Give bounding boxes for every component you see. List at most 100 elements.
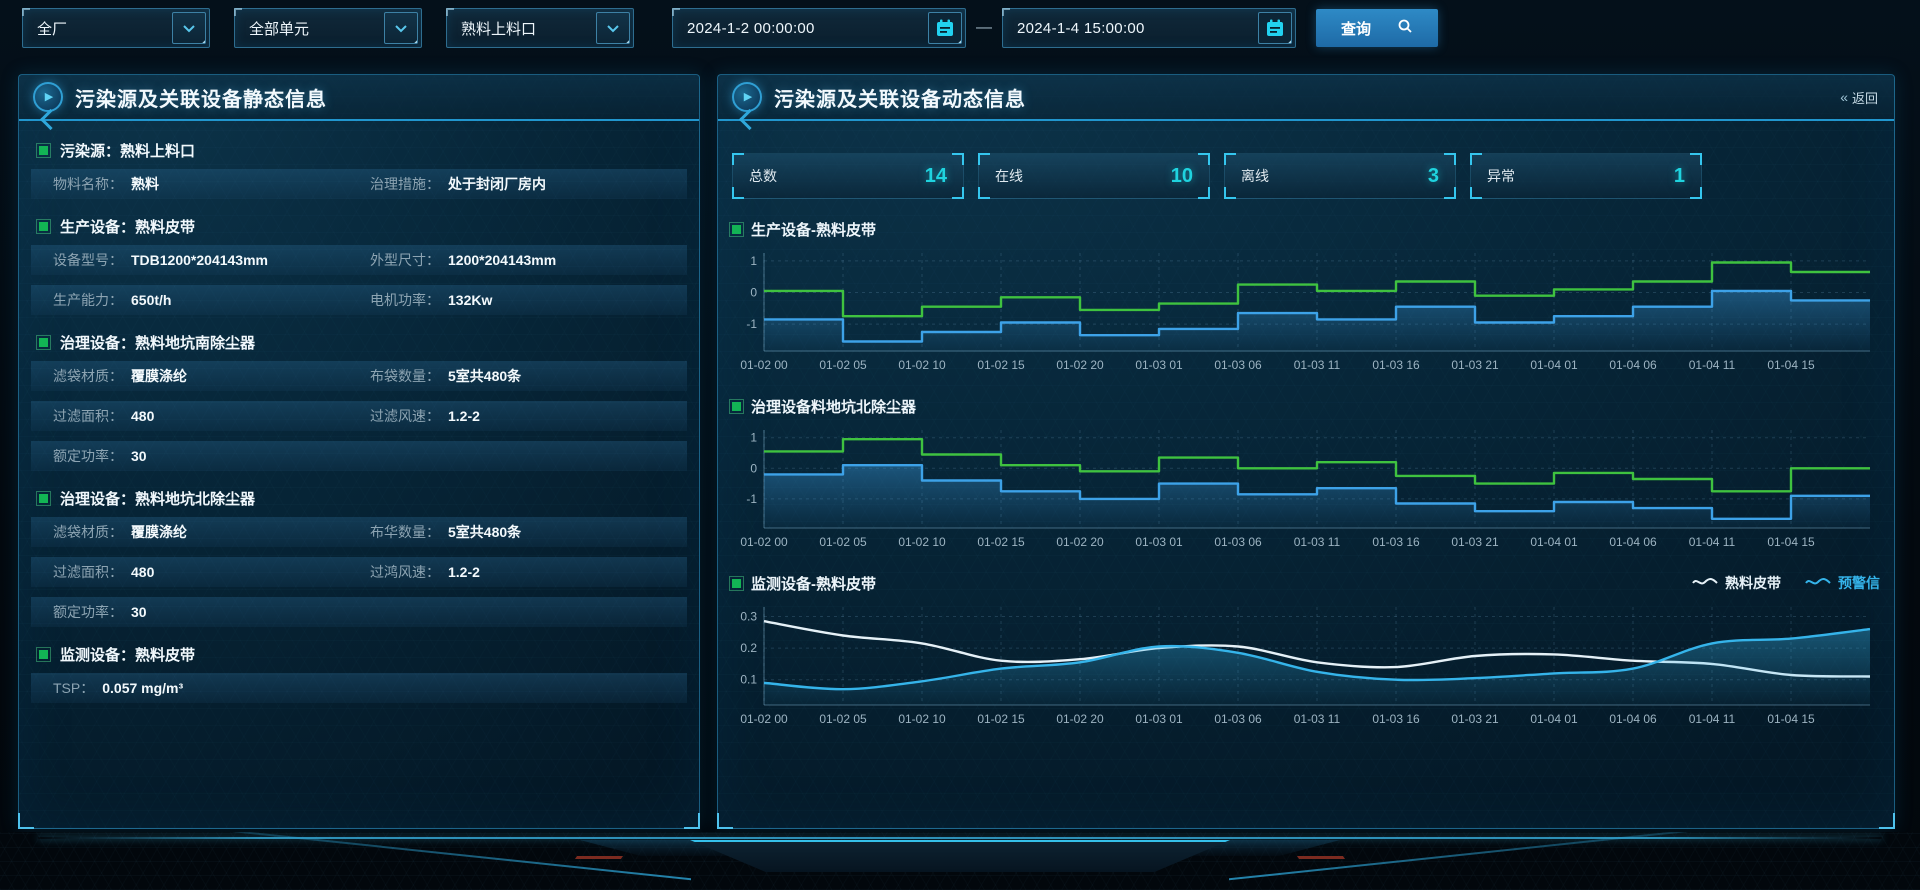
info-cell: 布华数量：5室共480条 [370,522,687,542]
chart-title-monitoring-equipment: 监测设备-熟料皮带 [751,573,876,594]
play-icon: ▶ [33,82,63,112]
svg-text:01-02 15: 01-02 15 [977,712,1025,726]
info-label: 电机功率： [370,290,440,310]
info-label: 过滤风速： [370,406,440,426]
svg-text:01-04 11: 01-04 11 [1689,712,1736,726]
chart-block-treatment-equipment: 治理设备料地坑北除尘器-10101-02 0001-02 0501-02 100… [732,392,1880,559]
svg-text:01-02 05: 01-02 05 [819,358,867,372]
info-section-title: 治理设备：熟料地坑南除尘器 [60,332,255,353]
info-cell: 治理措施：处于封闭厂房内 [370,174,687,194]
info-value: 覆膜涤纶 [131,522,187,542]
info-value: 1200*204143mm [448,252,556,268]
info-label: 外型尺寸： [370,250,440,270]
svg-text:01-03 16: 01-03 16 [1372,712,1420,726]
svg-text:01-03 06: 01-03 06 [1214,358,1262,372]
svg-text:01-04 01: 01-04 01 [1530,712,1578,726]
pollution-point-select[interactable]: 熟料上料口 [446,8,634,48]
info-value: 覆膜涤纶 [131,366,187,386]
end-datetime-input[interactable]: 2024-1-4 15:00:00 [1002,8,1296,48]
info-value: 30 [131,604,147,620]
stat-label-total: 总数 [749,166,777,186]
svg-text:01-02 10: 01-02 10 [898,535,946,549]
search-icon [1397,18,1413,38]
stat-card-total: 总数14 [732,153,964,199]
info-label: 额定功率： [53,446,123,466]
info-label: 额定功率： [53,602,123,622]
info-section-row: 生产设备：熟料皮带 [31,209,687,243]
chevron-down-icon[interactable] [384,12,418,44]
stat-value-online: 10 [1171,165,1193,188]
info-value: 30 [131,448,147,464]
dynamic-panel-header: ▶ 污染源及关联设备动态信息 « 返回 [718,75,1894,121]
info-label: 过滤面积： [53,562,123,582]
pollution-point-select-value: 熟料上料口 [461,18,536,39]
chart-legend: 熟料皮带 预警信 [1692,573,1880,593]
stat-value-offline: 3 [1428,165,1439,188]
svg-text:01-02 15: 01-02 15 [977,535,1025,549]
svg-text:01-02 05: 01-02 05 [819,712,867,726]
stat-label-offline: 离线 [1241,166,1269,186]
info-cell: 滤袋材质： 覆膜涤纶 [53,366,370,386]
green-square-bullet [732,579,741,588]
svg-text:01-02 20: 01-02 20 [1056,535,1104,549]
chart-svg-production-equipment: -10101-02 0001-02 0501-02 1001-02 1501-0… [732,245,1878,377]
plant-select[interactable]: 全厂 [22,8,210,48]
info-cell: 生产能力：650t/h [53,290,370,310]
info-label: 治理措施： [370,174,440,194]
info-pair-row: 生产能力：650t/h电机功率： 132Kw [31,285,687,315]
legend-item-0[interactable]: 熟料皮带 [1692,573,1781,593]
green-square-bullet [732,225,741,234]
green-square-bullet [39,222,48,231]
svg-text:0.2: 0.2 [740,641,757,655]
svg-text:01-02 10: 01-02 10 [898,358,946,372]
info-cell: 设备型号：TDB1200*204143mm [53,250,370,270]
chart-title-production-equipment: 生产设备-熟料皮带 [751,219,876,240]
unit-select[interactable]: 全部单元 [234,8,422,48]
svg-text:01-04 15: 01-04 15 [1767,712,1815,726]
info-label: 滤袋材质： [53,522,123,542]
static-panel-header: ▶ 污染源及关联设备静态信息 [19,75,699,121]
info-label: 滤袋材质： [53,366,123,386]
stat-value-abnormal: 1 [1674,165,1685,188]
svg-text:01-03 16: 01-03 16 [1372,535,1420,549]
svg-text:01-02 05: 01-02 05 [819,535,867,549]
svg-text:01-03 11: 01-03 11 [1294,358,1341,372]
info-value: TDB1200*204143mm [131,252,268,268]
legend-item-1[interactable]: 预警信 [1805,573,1880,593]
info-label: 布袋数量： [370,366,440,386]
info-value: 480 [131,408,154,424]
info-value: 132Kw [448,292,492,308]
info-cell: 额定功率： 30 [53,602,370,622]
dashboard-root: 全厂 全部单元 熟料上料口 2024-1-2 00:00:00 — 2024-1 [0,0,1920,890]
chevron-down-icon[interactable] [596,12,630,44]
start-datetime-input[interactable]: 2024-1-2 00:00:00 [672,8,966,48]
info-section-row: 监测设备：熟料皮带 [31,637,687,671]
legend-label: 熟料皮带 [1725,573,1781,593]
info-pair-row: TSP：0.057 mg/m³ [31,673,687,703]
legend-label: 预警信 [1838,573,1880,593]
back-button[interactable]: « 返回 [1840,88,1878,107]
info-pair-row: 滤袋材质： 覆膜涤纶 布袋数量：5室共480条 [31,361,687,391]
svg-text:01-02 00: 01-02 00 [740,712,788,726]
info-cell: 额定功率： 30 [53,446,370,466]
svg-text:01-04 06: 01-04 06 [1609,358,1657,372]
svg-text:01-02 00: 01-02 00 [740,358,788,372]
info-label: TSP： [53,678,94,698]
calendar-icon[interactable] [1258,12,1292,44]
info-cell: 布袋数量：5室共480条 [370,366,687,386]
query-button[interactable]: 查询 [1316,9,1438,47]
footer-red-accent [575,856,623,859]
svg-text:0.3: 0.3 [740,610,757,624]
footer-red-accent [1297,856,1345,859]
info-section-row: 治理设备：熟料地坑南除尘器 [31,325,687,359]
svg-text:01-03 11: 01-03 11 [1294,712,1341,726]
green-square-bullet [39,494,48,503]
chart-svg-monitoring-equipment: 0.10.20.301-02 0001-02 0501-02 1001-02 1… [732,599,1878,731]
info-label: 过滤面积： [53,406,123,426]
plant-select-value: 全厂 [37,18,67,39]
svg-text:01-04 01: 01-04 01 [1530,358,1578,372]
svg-text:01-04 06: 01-04 06 [1609,712,1657,726]
calendar-icon[interactable] [928,12,962,44]
chevron-down-icon[interactable] [172,12,206,44]
info-pair-row: 过滤面积：480过滤风速：1.2-2 [31,401,687,431]
